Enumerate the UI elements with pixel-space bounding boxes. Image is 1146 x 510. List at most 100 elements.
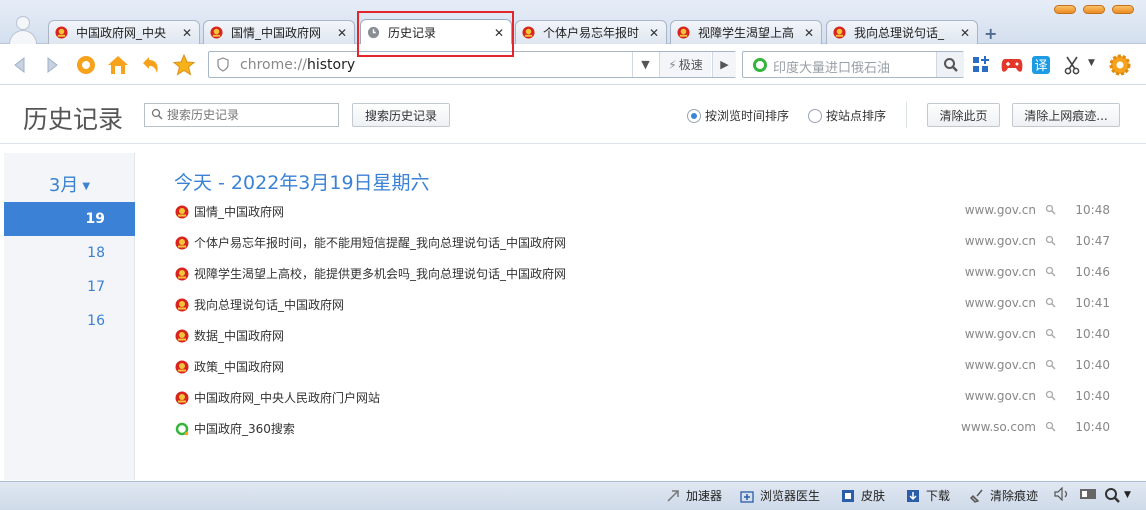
history-title-link[interactable]: 个体户易忘年报时间，能不能用短信提醒_我向总理说句话_中国政府网 [194,234,566,251]
sidebar-day-19[interactable]: 19 [4,202,135,236]
accelerator-button[interactable]: 加速器 [666,487,722,504]
tab-history[interactable]: 历史记录 ✕ [360,19,512,45]
tab-gov-home[interactable]: 中国政府网_中央 ✕ [48,20,200,44]
zoom-magnifier-icon[interactable]: ▼ [1104,487,1131,503]
history-row[interactable]: 我向总理说句话_中国政府网 www.gov.cn 10:41 [170,291,1120,319]
address-dropdown-icon[interactable]: ▼ [632,52,658,77]
game-controller-icon[interactable] [1000,53,1024,77]
refresh-icon[interactable] [74,53,98,77]
undo-icon[interactable] [138,53,162,77]
history-row[interactable]: 中国政府网_中央人民政府门户网站 www.gov.cn 10:40 [170,384,1120,412]
address-url[interactable]: chrome://history [240,57,355,73]
history-title-link[interactable]: 数据_中国政府网 [194,327,284,344]
search-box[interactable]: 印度大量进口俄石油 [742,51,964,78]
user-avatar[interactable] [6,14,40,44]
history-title-link[interactable]: 中国政府_360搜索 [194,420,295,437]
search-placeholder[interactable]: 印度大量进口俄石油 [773,57,890,76]
status-label: 加速器 [686,489,723,503]
search-site-icon[interactable] [1045,421,1056,432]
search-site-icon[interactable] [1045,390,1056,401]
clear-traces-button[interactable]: 清除上网痕迹... [1012,103,1120,127]
tab-close-icon[interactable]: ✕ [181,26,193,40]
translate-icon[interactable]: 译 [1029,53,1053,77]
favorites-star-icon[interactable] [172,53,196,77]
date-sidebar: 3月 ▼ 19 18 17 16 [4,153,135,480]
back-arrow-icon[interactable] [8,53,32,77]
tab-close-icon[interactable]: ✕ [803,26,815,40]
history-time: 10:41 [1075,296,1110,310]
scissors-icon[interactable] [1060,53,1084,77]
browser-doctor-button[interactable]: 浏览器医生 [740,487,820,504]
history-row[interactable]: 视障学生渴望上高校，能提供更多机会吗_我向总理说句话_中国政府网 www.gov… [170,260,1120,288]
speed-mode-button[interactable]: ⚡ 极速 [659,52,711,77]
month-selector[interactable]: 3月 ▼ [4,171,135,197]
magnifier-icon [943,57,958,72]
history-row[interactable]: 数据_中国政府网 www.gov.cn 10:40 [170,322,1120,350]
skin-button[interactable]: 皮肤 [841,487,885,504]
history-domain: www.gov.cn [964,203,1036,217]
search-button[interactable] [936,52,964,77]
screenshot-dropdown-icon[interactable]: ▼ [1088,58,1095,68]
settings-gear-icon[interactable] [1108,53,1132,77]
history-domain: www.gov.cn [964,358,1036,372]
history-search-field[interactable] [144,103,339,127]
sort-by-time-radio[interactable]: 按浏览时间排序 [687,107,789,124]
history-title-link[interactable]: 国情_中国政府网 [194,203,284,220]
broom-icon [970,489,984,503]
search-history-button[interactable]: 搜索历史记录 [352,103,450,127]
search-site-icon[interactable] [1045,359,1056,370]
gov-emblem-icon [210,26,223,39]
search-site-icon[interactable] [1045,235,1056,246]
download-button[interactable]: 下载 [906,487,950,504]
new-tab-plus-icon[interactable]: + [984,24,997,43]
history-title-link[interactable]: 政策_中国政府网 [194,358,284,375]
history-row[interactable]: 个体户易忘年报时间，能不能用短信提醒_我向总理说句话_中国政府网 www.gov… [170,229,1120,257]
apps-grid-icon[interactable] [969,53,993,77]
so360-icon [175,422,189,436]
status-label: 浏览器医生 [760,489,821,503]
clear-page-button[interactable]: 清除此页 [927,103,1000,127]
tab-close-icon[interactable]: ✕ [493,26,505,40]
gov-emblem-icon [175,360,189,374]
address-bar[interactable]: chrome://history ▼ ⚡ 极速 ▶ [208,51,736,78]
shield-icon [217,57,229,72]
tab-close-icon[interactable]: ✕ [336,26,348,40]
forward-arrow-icon[interactable] [40,53,64,77]
tab-geti[interactable]: 个体户易忘年报时 ✕ [515,20,667,44]
history-title-link[interactable]: 我向总理说句话_中国政府网 [194,296,344,313]
history-row[interactable]: 政策_中国政府网 www.gov.cn 10:40 [170,353,1120,381]
history-time: 10:40 [1075,327,1110,341]
search-site-icon[interactable] [1045,297,1056,308]
sidebar-day-17[interactable]: 17 [4,270,135,304]
tab-close-icon[interactable]: ✕ [648,26,660,40]
search-site-icon[interactable] [1045,266,1056,277]
tab-close-icon[interactable]: ✕ [959,26,971,40]
maximize-button[interactable] [1083,5,1105,14]
tab-shizhang[interactable]: 视障学生渴望上高 ✕ [670,20,822,44]
history-title-link[interactable]: 中国政府网_中央人民政府门户网站 [194,389,380,406]
close-window-button[interactable] [1112,5,1134,14]
history-title-link[interactable]: 视障学生渴望上高校，能提供更多机会吗_我向总理说句话_中国政府网 [194,265,566,282]
clear-traces-status-button[interactable]: 清除痕迹 [970,487,1038,504]
history-row[interactable]: 国情_中国政府网 www.gov.cn 10:48 [170,198,1120,226]
history-time: 10:40 [1075,389,1110,403]
history-row[interactable]: 中国政府_360搜索 www.so.com 10:40 [170,415,1120,443]
rocket-icon [666,489,680,503]
navigation-toolbar: chrome://history ▼ ⚡ 极速 ▶ 印度大量进口俄石油 译 ▼ [0,44,1146,85]
history-time: 10:40 [1075,420,1110,434]
tab-guoqing[interactable]: 国情_中国政府网 ✕ [203,20,355,44]
history-search-input[interactable] [167,106,335,124]
sidebar-day-18[interactable]: 18 [4,236,135,270]
sort-by-site-radio[interactable]: 按站点排序 [808,107,886,124]
minimize-button[interactable] [1054,5,1076,14]
history-domain: www.gov.cn [964,389,1036,403]
search-site-icon[interactable] [1045,328,1056,339]
tab-zongli[interactable]: 我向总理说句话_ ✕ [826,20,978,44]
sidebar-day-16[interactable]: 16 [4,304,135,338]
home-icon[interactable] [106,53,130,77]
speaker-icon[interactable] [1054,487,1070,501]
go-arrow-icon[interactable]: ▶ [712,52,736,77]
search-site-icon[interactable] [1045,204,1056,215]
monitor-icon[interactable] [1079,487,1097,501]
zoom-dropdown-icon[interactable]: ▼ [1124,490,1131,500]
